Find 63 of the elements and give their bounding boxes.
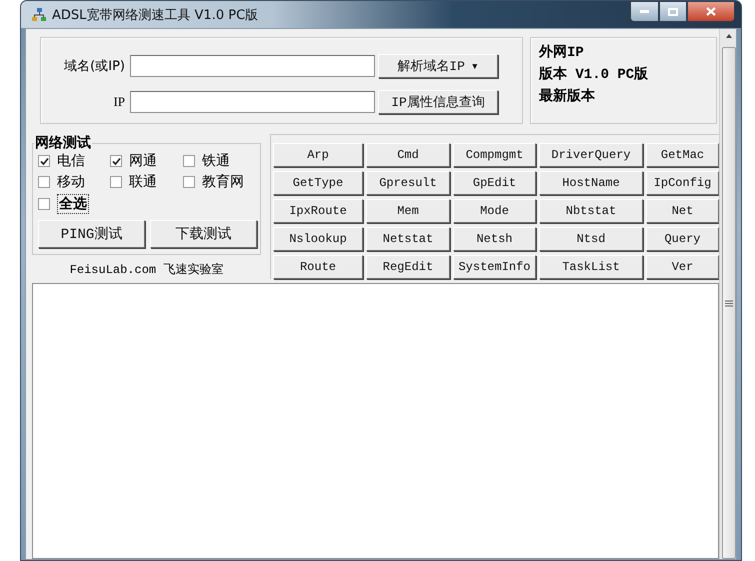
checkbox[interactable] (110, 155, 122, 167)
window-title: ADSL宽带网络测速工具 V1.0 PC版 (52, 6, 260, 24)
checkbox[interactable] (110, 176, 122, 188)
ip-label: IP (112, 94, 126, 110)
resolve-button[interactable]: 解析域名IP ▾ (378, 54, 498, 78)
command-button[interactable]: DriverQuery (539, 143, 643, 167)
ip-field[interactable] (130, 91, 375, 113)
option-label: 移动 (57, 173, 85, 191)
info-text: 版本 V1.0 PC版 (539, 65, 650, 83)
command-button[interactable]: GetMac (646, 143, 719, 167)
checkbox[interactable] (183, 155, 195, 167)
domain-field[interactable] (130, 55, 375, 77)
command-button[interactable]: Nbtstat (539, 199, 643, 223)
command-button[interactable]: Mem (366, 199, 450, 223)
network-icon (31, 6, 47, 22)
test-button[interactable]: PING测试 (38, 220, 145, 248)
minimize-icon (640, 10, 649, 13)
scrollbar[interactable] (719, 29, 736, 559)
command-button[interactable]: Nslookup (273, 227, 363, 251)
info-text: 最新版本 (539, 87, 596, 105)
command-button[interactable]: Ver (646, 255, 719, 279)
command-button[interactable]: IpxRoute (273, 199, 363, 223)
close-button[interactable] (687, 1, 735, 22)
command-button[interactable]: Net (646, 199, 719, 223)
checkbox[interactable] (183, 176, 195, 188)
test-button[interactable]: 下载测试 (150, 220, 257, 248)
grip-icon (725, 300, 733, 306)
ip-query-button[interactable]: IP属性信息查询 (378, 90, 498, 114)
command-button[interactable]: GetType (273, 171, 363, 195)
option-label: 网通 (129, 152, 157, 170)
group-title: 网络测试 (34, 134, 92, 152)
close-icon (706, 7, 716, 16)
footer-text: FeisuLab.com 飞速实验室 (68, 262, 224, 278)
command-button[interactable]: Arp (273, 143, 363, 167)
command-button[interactable]: Mode (453, 199, 536, 223)
command-button[interactable]: SystemInfo (453, 255, 536, 279)
command-button[interactable]: TaskList (539, 255, 643, 279)
scroll-thumb[interactable] (722, 47, 736, 559)
command-button[interactable]: Compmgmt (453, 143, 536, 167)
command-button[interactable]: Gpresult (366, 171, 450, 195)
maximize-icon (668, 8, 678, 16)
select-all-label: 全选 (57, 194, 89, 214)
checkbox[interactable] (38, 176, 50, 188)
checkbox[interactable] (38, 155, 50, 167)
command-button[interactable]: Route (273, 255, 363, 279)
option-label: 电信 (57, 152, 85, 170)
command-button[interactable]: Ntsd (539, 227, 643, 251)
option-label: 教育网 (202, 173, 244, 191)
maximize-button[interactable] (659, 1, 687, 22)
option-label: 铁通 (202, 152, 230, 170)
checkbox[interactable] (38, 198, 50, 210)
command-button[interactable]: RegEdit (366, 255, 450, 279)
command-button[interactable]: GpEdit (453, 171, 536, 195)
command-button[interactable]: Cmd (366, 143, 450, 167)
command-button[interactable]: HostName (539, 171, 643, 195)
command-button[interactable]: Netsh (453, 227, 536, 251)
minimize-button[interactable] (630, 1, 659, 22)
domain-label: 域名(或IP) (63, 58, 126, 75)
command-button[interactable]: Query (646, 227, 719, 251)
command-button[interactable]: IpConfig (646, 171, 719, 195)
command-button[interactable]: Netstat (366, 227, 450, 251)
info-text: 外网IP (539, 44, 585, 61)
option-label: 联通 (129, 173, 157, 191)
